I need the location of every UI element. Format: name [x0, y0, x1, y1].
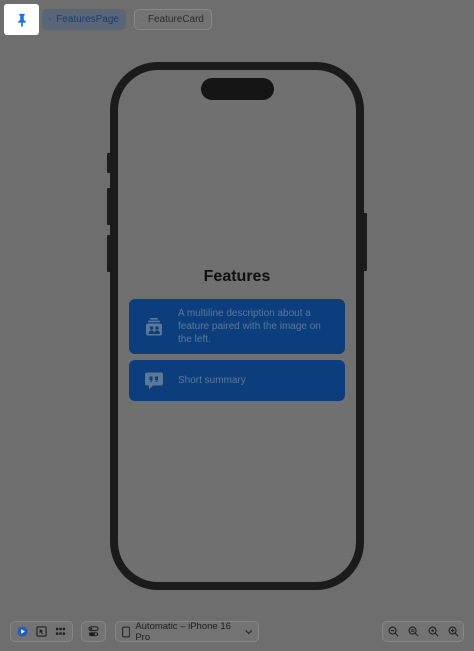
photo-person-icon	[145, 317, 162, 335]
card-icon	[142, 19, 143, 20]
feature-card[interactable]: Short summary	[129, 360, 345, 401]
selectable-mode-button[interactable]	[32, 622, 51, 641]
zoom-controls	[382, 621, 464, 642]
zoom-100-button[interactable]	[424, 622, 443, 641]
tab-feature-card[interactable]: FeatureCard	[134, 9, 212, 30]
zoom-out-button[interactable]	[384, 622, 403, 641]
feature-description: A multiline description about a feature …	[178, 308, 321, 345]
device-picker[interactable]: Automatic – iPhone 16 Pro	[115, 620, 259, 643]
dynamic-island	[201, 78, 274, 100]
pin-preview-button[interactable]	[4, 4, 39, 35]
iphone-icon	[122, 626, 131, 637]
zoom-fit-button[interactable]	[404, 622, 423, 641]
pin-icon	[49, 18, 51, 21]
zoom-fit-icon	[408, 626, 418, 637]
tab-label: FeaturesPage	[56, 14, 119, 25]
zoom-out-icon	[388, 626, 398, 637]
selectable-icon	[36, 626, 47, 637]
variants-mode-button[interactable]	[51, 622, 70, 641]
feature-card[interactable]: A multiline description about a feature …	[129, 299, 345, 354]
device-settings-button[interactable]	[81, 621, 106, 642]
tab-features-page[interactable]: FeaturesPage	[42, 9, 126, 30]
pin-icon	[17, 13, 26, 27]
device-settings-icon	[88, 626, 99, 637]
live-icon	[17, 626, 28, 637]
zoom-in-icon	[448, 626, 458, 637]
live-mode-button[interactable]	[13, 622, 32, 641]
feature-summary: Short summary	[178, 375, 246, 386]
device-frame: Features A multiline description about a…	[110, 62, 364, 590]
chevron-down-icon	[244, 629, 252, 634]
device-label: Automatic – iPhone 16 Pro	[135, 620, 231, 643]
preview-screen[interactable]: Features A multiline description about a…	[118, 70, 356, 582]
page-title: Features	[203, 268, 271, 285]
zoom-100-icon	[428, 626, 438, 637]
variants-icon	[55, 627, 66, 635]
quote-bubble-icon	[144, 372, 163, 389]
zoom-in-button[interactable]	[444, 622, 463, 641]
preview-mode-group	[10, 621, 73, 642]
tab-label: FeatureCard	[147, 14, 204, 25]
